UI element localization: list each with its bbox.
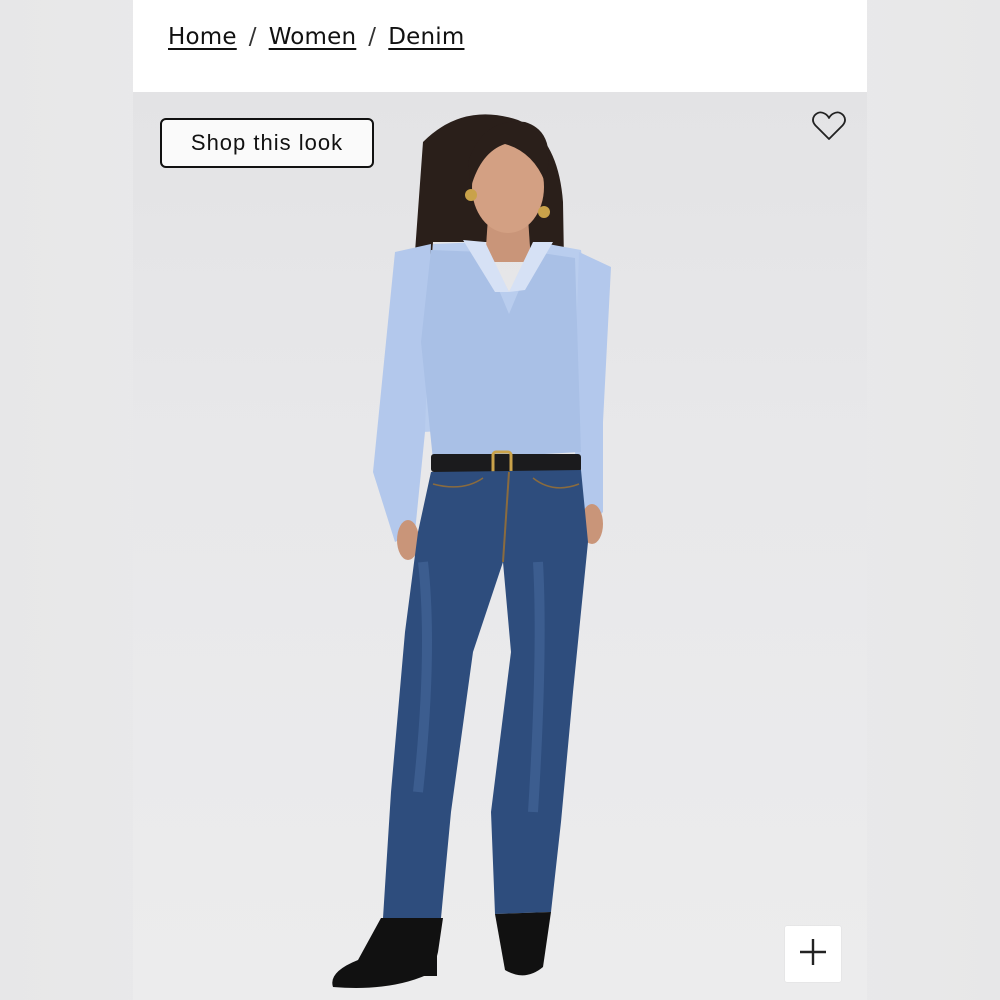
zoom-button[interactable] (785, 926, 841, 982)
plus-icon (798, 937, 828, 971)
breadcrumb-separator: / (368, 24, 377, 50)
screen: Home / Women / Denim Shop this look (0, 0, 1000, 1000)
breadcrumb-denim[interactable]: Denim (388, 24, 464, 50)
product-image-gallery[interactable]: Shop this look (133, 92, 867, 1000)
model-photo (332, 114, 611, 988)
breadcrumb: Home / Women / Denim (168, 24, 464, 50)
breadcrumb-separator: / (248, 24, 257, 50)
product-page: Home / Women / Denim Shop this look (133, 0, 867, 1000)
heart-outline-icon[interactable] (811, 110, 847, 142)
shop-this-look-button[interactable]: Shop this look (160, 118, 374, 168)
breadcrumb-home[interactable]: Home (168, 24, 237, 50)
breadcrumb-women[interactable]: Women (269, 24, 357, 50)
